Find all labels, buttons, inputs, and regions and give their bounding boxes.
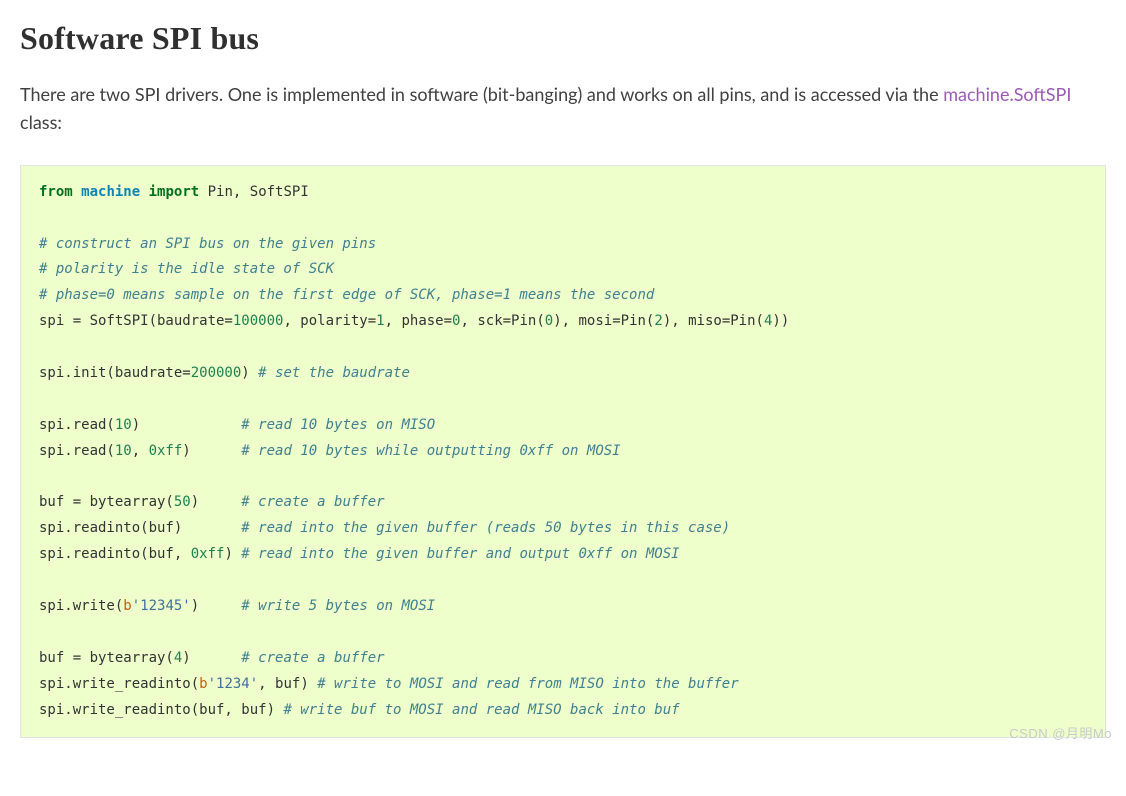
code-module: machine [81, 184, 140, 200]
code-text: , polarity= [283, 313, 376, 329]
code-text: spi.write( [39, 598, 123, 614]
code-number: 1 [376, 313, 384, 329]
code-text: ) [241, 365, 258, 381]
code-text: , sck=Pin( [460, 313, 544, 329]
code-text: )) [772, 313, 789, 329]
code-number: 2 [654, 313, 662, 329]
code-keyword: from [39, 184, 73, 200]
code-text: spi.read( [39, 417, 115, 433]
intro-text-post: class: [20, 111, 62, 133]
code-comment: # read into the given buffer and output … [241, 546, 679, 562]
code-number: 50 [174, 494, 191, 510]
code-comment: # phase=0 means sample on the first edge… [39, 287, 654, 303]
code-text: Pin, SoftSPI [199, 184, 309, 200]
code-text: , [132, 443, 149, 459]
code-text: ) [132, 417, 242, 433]
code-number: 100000 [233, 313, 284, 329]
code-string-prefix: b [123, 598, 131, 614]
code-text: spi.write_readinto( [39, 676, 199, 692]
code-text: ) [182, 443, 241, 459]
code-comment: # construct an SPI bus on the given pins [39, 236, 376, 252]
api-link-softspi[interactable]: machine.SoftSPI [943, 83, 1071, 105]
code-comment: # read 10 bytes while outputting 0xff on… [241, 443, 620, 459]
code-text: , buf) [258, 676, 317, 692]
code-text: ) [191, 494, 242, 510]
intro-text-pre: There are two SPI drivers. One is implem… [20, 83, 943, 105]
code-text: , phase= [385, 313, 452, 329]
code-keyword: import [149, 184, 200, 200]
code-text: ) [224, 546, 241, 562]
code-text: ), mosi=Pin( [553, 313, 654, 329]
intro-paragraph: There are two SPI drivers. One is implem… [20, 81, 1106, 137]
code-number: 0 [545, 313, 553, 329]
code-comment: # create a buffer [241, 650, 384, 666]
code-number: 0xff [149, 443, 183, 459]
code-text: spi.readinto(buf) [39, 520, 241, 536]
code-comment: # write 5 bytes on MOSI [241, 598, 435, 614]
code-text: buf = bytearray( [39, 494, 174, 510]
code-string: '1234' [208, 676, 259, 692]
code-comment: # set the baudrate [258, 365, 410, 381]
code-text: spi = SoftSPI(baudrate= [39, 313, 233, 329]
code-number: 0xff [191, 546, 225, 562]
code-number: 200000 [191, 365, 242, 381]
code-block: from machine import Pin, SoftSPI # const… [20, 165, 1106, 739]
code-text: buf = bytearray( [39, 650, 174, 666]
code-string-prefix: b [199, 676, 207, 692]
code-comment: # read 10 bytes on MISO [241, 417, 435, 433]
code-number: 10 [115, 443, 132, 459]
code-comment: # create a buffer [241, 494, 384, 510]
code-comment: # write buf to MOSI and read MISO back i… [283, 702, 679, 718]
code-text: ), miso=Pin( [663, 313, 764, 329]
code-text: spi.read( [39, 443, 115, 459]
code-number: 10 [115, 417, 132, 433]
code-comment: # read into the given buffer (reads 50 b… [241, 520, 730, 536]
code-comment: # write to MOSI and read from MISO into … [317, 676, 738, 692]
code-text: ) [182, 650, 241, 666]
code-text: spi.write_readinto(buf, buf) [39, 702, 283, 718]
code-comment: # polarity is the idle state of SCK [39, 261, 334, 277]
code-string: '12345' [132, 598, 191, 614]
code-text: spi.readinto(buf, [39, 546, 191, 562]
code-text: ) [191, 598, 242, 614]
section-heading: Software SPI bus [20, 20, 1106, 57]
code-text: spi.init(baudrate= [39, 365, 191, 381]
